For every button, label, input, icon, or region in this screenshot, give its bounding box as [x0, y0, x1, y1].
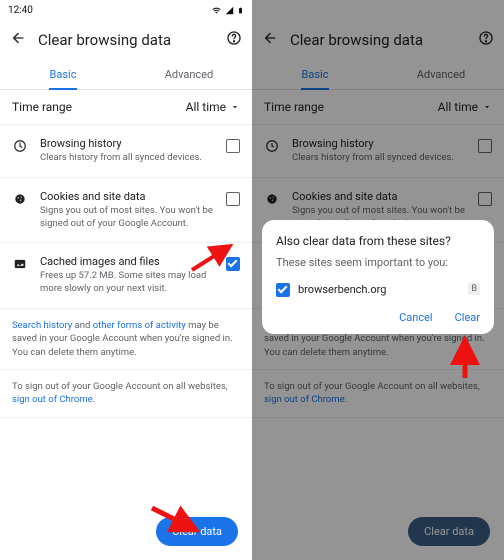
back-icon[interactable]: [10, 30, 26, 50]
cookie-icon: [12, 190, 28, 206]
dialog-site-name: browserbench.org: [298, 283, 460, 296]
dialog-cancel-button[interactable]: Cancel: [399, 311, 432, 324]
signal-icon: [225, 6, 234, 15]
link-signout-chrome[interactable]: sign out of Chrome: [12, 394, 93, 405]
dialog-clear-button[interactable]: Clear: [455, 311, 480, 324]
chevron-down-icon: [230, 102, 240, 112]
annotation-arrow-to-checkbox: [186, 238, 242, 276]
tabs: Basic Advanced: [0, 60, 252, 90]
dialog-site-row[interactable]: browserbench.org B: [276, 281, 480, 297]
annotation-arrow-to-cta: [148, 502, 208, 538]
option-cookies[interactable]: Cookies and site data Signs you out of m…: [0, 178, 252, 244]
page-title: Clear browsing data: [38, 31, 214, 49]
checkbox-site[interactable]: [276, 283, 290, 297]
option-sub: Clears history from all synced devices.: [40, 152, 214, 165]
battery-icon: [237, 5, 244, 16]
site-badge: B: [468, 283, 480, 295]
annotation-arrow-to-dialog-clear: [450, 332, 480, 382]
right-pane-dialog-screen: 12:40 Clear browsing data Basic Advanced…: [252, 0, 504, 560]
checkbox-history[interactable]: [226, 139, 240, 153]
dialog-title: Also clear data from these sites?: [276, 234, 480, 248]
app-header: Clear browsing data: [0, 20, 252, 60]
help-icon[interactable]: [226, 30, 242, 50]
time-range-label: Time range: [12, 100, 72, 114]
left-pane-base-screen: 12:40 Clear browsing data Basic Advanced…: [0, 0, 252, 560]
image-icon: [12, 255, 28, 271]
option-sub: Signs you out of most sites. You won't b…: [40, 205, 214, 231]
option-browsing-history[interactable]: Browsing history Clears history from all…: [0, 125, 252, 178]
history-icon: [12, 137, 28, 153]
wifi-icon: [211, 6, 222, 15]
tab-advanced[interactable]: Advanced: [126, 60, 252, 89]
checkbox-cookies[interactable]: [226, 192, 240, 206]
link-search-history[interactable]: Search history: [12, 320, 72, 331]
info-search-history: Search history and other forms of activi…: [0, 309, 252, 370]
info-signout: To sign out of your Google Account on al…: [0, 370, 252, 418]
time-range-row[interactable]: Time range All time: [0, 90, 252, 125]
status-icons: [211, 5, 244, 16]
time-range-value: All time: [186, 100, 240, 114]
status-time: 12:40: [8, 5, 211, 16]
confirm-dialog: Also clear data from these sites? These …: [262, 220, 494, 334]
link-other-activity[interactable]: other forms of activity: [93, 320, 186, 331]
tab-basic[interactable]: Basic: [0, 60, 126, 89]
option-title: Cookies and site data: [40, 190, 214, 203]
status-bar: 12:40: [0, 0, 252, 20]
dialog-subtitle: These sites seem important to you:: [276, 256, 480, 269]
option-title: Browsing history: [40, 137, 214, 150]
